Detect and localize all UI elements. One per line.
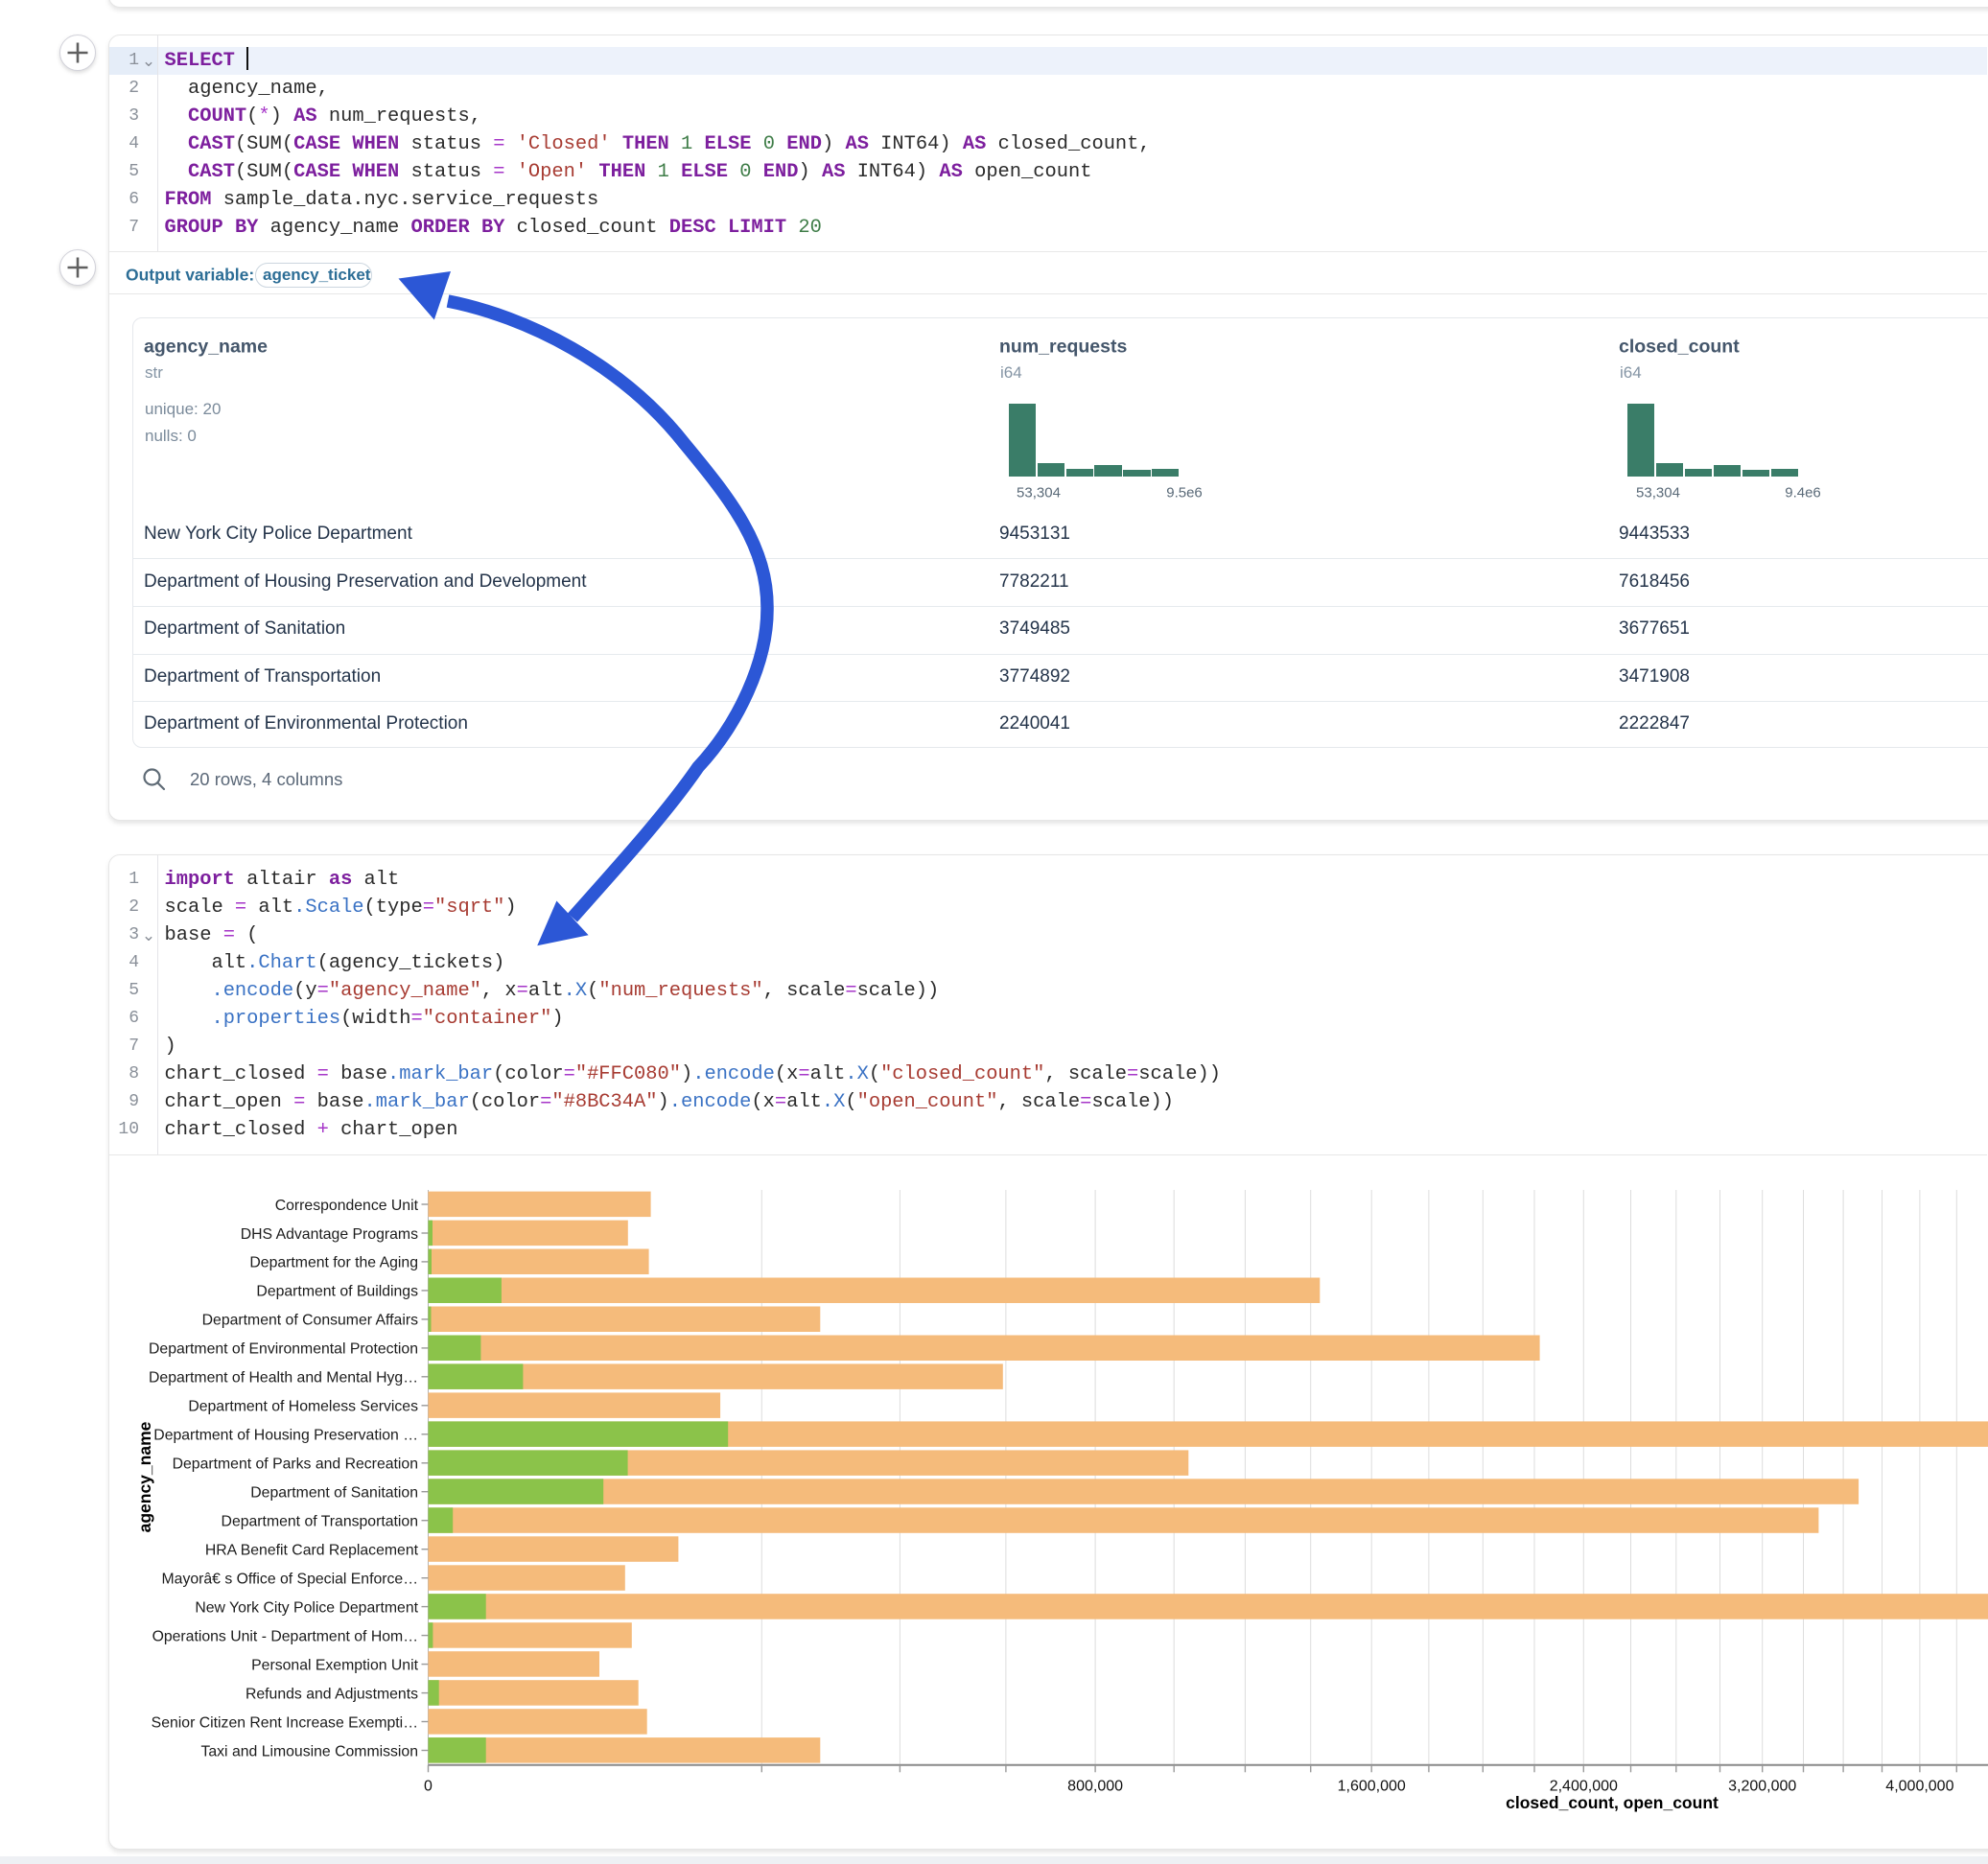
svg-text:Senior Citizen Rent Increase E: Senior Citizen Rent Increase Exempti… <box>152 1714 418 1731</box>
svg-text:2,400,000: 2,400,000 <box>1550 1779 1618 1795</box>
svg-text:Department for the Aging: Department for the Aging <box>249 1255 418 1271</box>
svg-text:Department of Buildings: Department of Buildings <box>256 1284 418 1300</box>
svg-text:Department of Housing Preserva: Department of Housing Preservation … <box>153 1428 418 1444</box>
svg-text:1,600,000: 1,600,000 <box>1338 1779 1406 1795</box>
svg-text:Department of Environmental Pr: Department of Environmental Protection <box>149 1341 418 1358</box>
svg-text:Department of Consumer Affairs: Department of Consumer Affairs <box>202 1313 418 1329</box>
svg-text:closed_count, open_count: closed_count, open_count <box>1506 1793 1719 1812</box>
svg-text:DHS Advantage Programs: DHS Advantage Programs <box>241 1226 418 1243</box>
svg-text:Department of Transportation: Department of Transportation <box>222 1514 418 1530</box>
svg-text:0: 0 <box>424 1779 433 1795</box>
svg-text:800,000: 800,000 <box>1067 1779 1123 1795</box>
svg-text:Operations Unit - Department o: Operations Unit - Department of Hom… <box>152 1628 418 1644</box>
svg-text:Personal Exemption Unit: Personal Exemption Unit <box>251 1657 418 1673</box>
svg-text:Refunds and Adjustments: Refunds and Adjustments <box>246 1686 418 1702</box>
svg-text:agency_name: agency_name <box>135 1421 154 1532</box>
svg-text:New York City Police Departmen: New York City Police Department <box>195 1599 418 1616</box>
svg-text:4,000,000: 4,000,000 <box>1885 1779 1953 1795</box>
svg-text:Department of Parks and Recrea: Department of Parks and Recreation <box>173 1456 418 1473</box>
svg-text:Correspondence Unit: Correspondence Unit <box>275 1198 419 1214</box>
svg-text:Department of Homeless Service: Department of Homeless Services <box>188 1399 418 1415</box>
svg-text:HRA Benefit Card Replacement: HRA Benefit Card Replacement <box>205 1543 419 1559</box>
svg-text:Department of Sanitation: Department of Sanitation <box>250 1485 418 1502</box>
svg-text:Taxi and Limousine Commission: Taxi and Limousine Commission <box>200 1743 418 1759</box>
svg-text:3,200,000: 3,200,000 <box>1728 1779 1796 1795</box>
svg-text:Department of Health and Menta: Department of Health and Mental Hyg… <box>149 1370 418 1386</box>
svg-text:Mayorâ€ s Office of Special En: Mayorâ€ s Office of Special Enforce… <box>162 1572 419 1588</box>
